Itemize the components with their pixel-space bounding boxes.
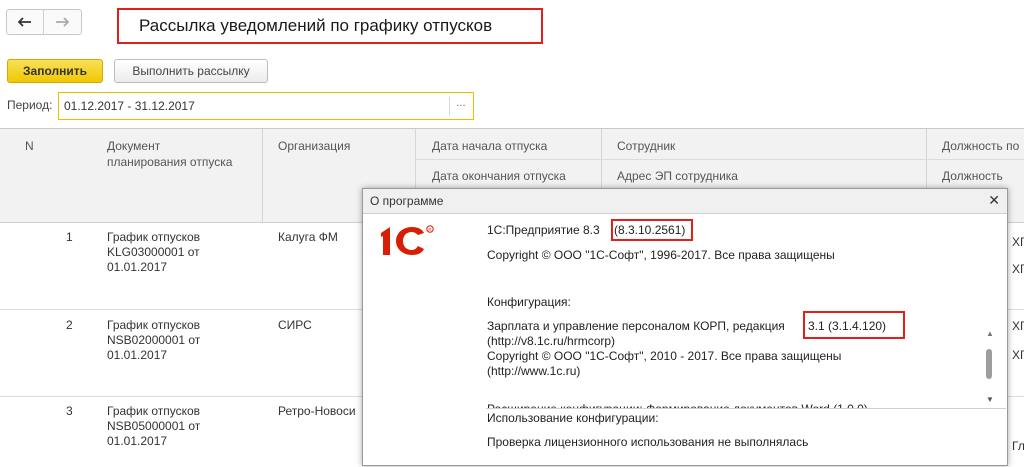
dialog-title: О программе	[370, 194, 444, 208]
close-icon[interactable]: ✕	[988, 192, 1000, 209]
row-1-number: 1	[66, 230, 73, 244]
platform-name: 1С:Предприятие 8.3	[487, 223, 600, 237]
license-text: Проверка лицензионного использования не …	[487, 435, 809, 449]
send-mailing-button[interactable]: Выполнить рассылку	[114, 59, 268, 83]
period-select-button[interactable]: ...	[449, 97, 472, 116]
column-header-organization[interactable]: Организация	[278, 138, 350, 154]
column-header-employee[interactable]: Сотрудник	[617, 138, 675, 154]
page-title: Рассылка уведомлений по графику отпусков	[117, 8, 543, 44]
row-2-right-2: ХГ	[1012, 348, 1024, 362]
scrollbar[interactable]: ▲ ▼	[982, 329, 996, 407]
dialog-content: R 1С 1С:Предприятие 8.3 (8.3.10.2561) Co…	[366, 215, 1006, 465]
forward-button[interactable]	[44, 10, 80, 34]
config-url[interactable]: (http://v8.1c.ru/hrmcorp)	[487, 334, 615, 349]
row-3-organization: Ретро-Новоси	[278, 404, 356, 418]
logo-1c: R 1С	[381, 225, 434, 255]
navigation-buttons	[6, 9, 82, 35]
config-name: Зарплата и управление персоналом КОРП, р…	[487, 319, 785, 333]
column-header-n[interactable]: N	[25, 138, 34, 154]
config-copyright: Copyright © ООО "1С-Софт", 2010 - 2017. …	[487, 349, 842, 363]
row-2-right-1: ХГ	[1012, 319, 1024, 333]
scroll-down-icon[interactable]: ▼	[986, 395, 994, 404]
row-2-number: 2	[66, 318, 73, 332]
row-2-organization: СИРС	[278, 318, 312, 332]
fill-button[interactable]: Заполнить	[7, 59, 103, 83]
highlight-platform-version	[611, 219, 693, 241]
row-1-right-2: ХГ	[1012, 262, 1024, 276]
column-header-start-date[interactable]: Дата начала отпуска	[432, 138, 547, 154]
column-header-position[interactable]: Должность по	[942, 138, 1019, 154]
about-dialog: О программе ✕ R 1С 1С:Предприятие 8.3 (8…	[362, 188, 1008, 466]
divider	[486, 408, 1006, 409]
scroll-up-icon[interactable]: ▲	[986, 329, 994, 338]
dialog-titlebar[interactable]: О программе ✕	[363, 189, 1007, 214]
platform-copyright: Copyright © ООО "1С-Софт", 1996-2017. Вс…	[487, 248, 835, 262]
config-label: Конфигурация:	[487, 295, 571, 309]
usage-label: Использование конфигурации:	[487, 411, 659, 425]
row-3-document[interactable]: График отпусков NSB05000001 от 01.01.201…	[107, 404, 200, 449]
row-2-document[interactable]: График отпусков NSB02000001 от 01.01.201…	[107, 318, 200, 363]
column-header-email[interactable]: Адрес ЭП сотрудника	[617, 168, 738, 184]
scroll-thumb[interactable]	[986, 349, 992, 379]
period-value: 01.12.2017 - 31.12.2017	[64, 99, 195, 113]
period-field[interactable]: 01.12.2017 - 31.12.2017 ...	[58, 92, 474, 120]
row-1-organization: Калуга ФМ	[278, 230, 338, 244]
row-1-right-1: ХГ	[1012, 235, 1024, 249]
arrow-left-icon	[18, 17, 31, 27]
period-label: Период:	[7, 98, 53, 112]
back-button[interactable]	[7, 10, 44, 34]
row-1-document[interactable]: График отпусков KLG03000001 от 01.01.201…	[107, 230, 200, 275]
config-site[interactable]: (http://www.1c.ru)	[487, 364, 580, 379]
highlight-config-version	[803, 311, 905, 339]
column-header-position-2[interactable]: Должность	[942, 168, 1003, 184]
column-header-document[interactable]: Документ планирования отпуска	[107, 138, 232, 170]
column-header-end-date[interactable]: Дата окончания отпуска	[432, 168, 566, 184]
row-3-number: 3	[66, 404, 73, 418]
arrow-right-icon	[56, 17, 69, 27]
row-3-right-2: Гл	[1012, 439, 1024, 453]
